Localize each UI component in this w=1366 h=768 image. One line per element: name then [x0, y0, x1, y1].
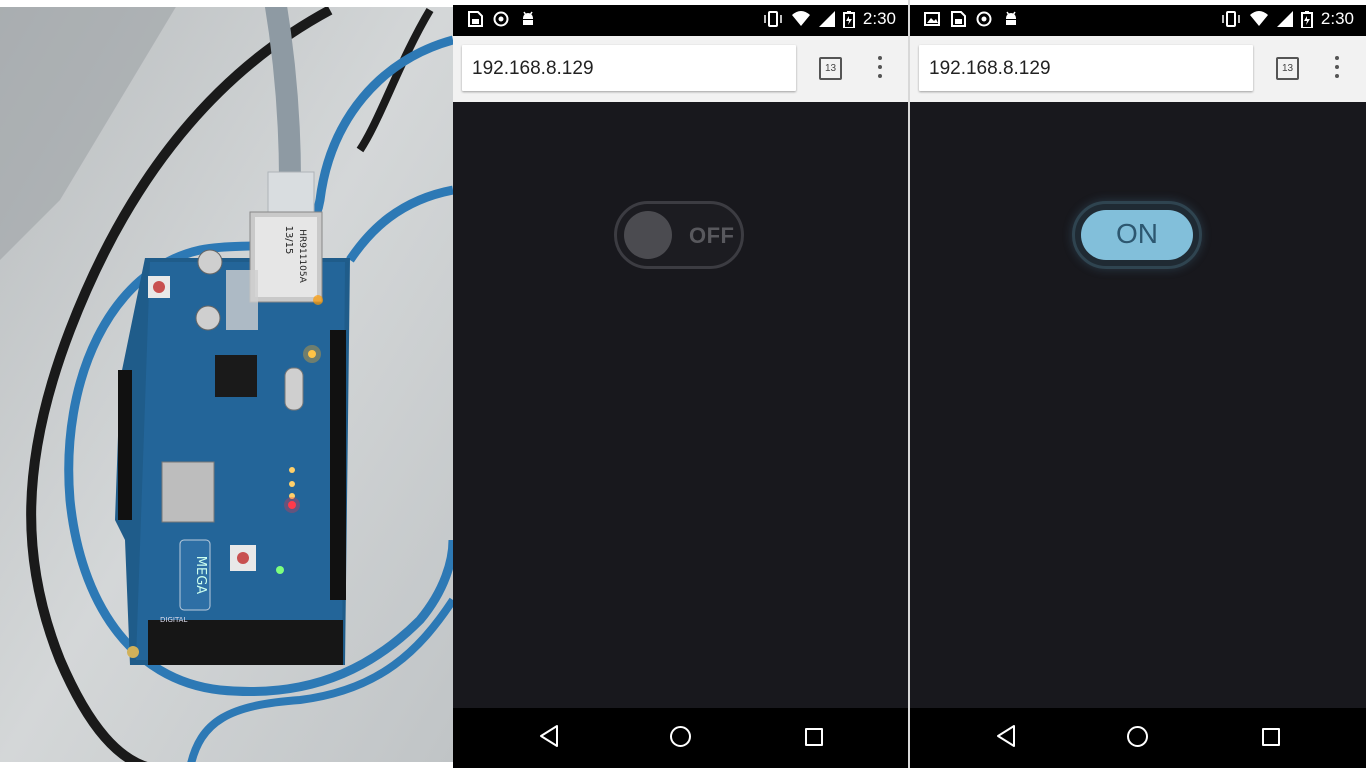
chrome-sync-icon: [493, 11, 509, 26]
back-icon[interactable]: [995, 724, 1017, 748]
url-bar[interactable]: 192.168.8.129: [919, 45, 1253, 91]
vibrate-icon: [1222, 11, 1240, 27]
tab-switcher-button[interactable]: 13: [819, 57, 842, 80]
ethernet-label-2: HR911105A: [297, 229, 307, 283]
wifi-icon: [791, 11, 810, 26]
home-icon[interactable]: [1127, 726, 1148, 747]
nav-bar: [453, 708, 908, 768]
recents-icon[interactable]: [805, 728, 823, 746]
status-bar: 2:30: [453, 0, 908, 36]
tab-switcher-button[interactable]: 13: [1276, 57, 1299, 80]
digital-label-text: DIGITAL: [160, 616, 187, 624]
status-time: 2:30: [1320, 9, 1354, 28]
phone-screen-on: 2:30 192.168.8.129 13 ON: [910, 0, 1366, 768]
signal-icon: [1276, 11, 1293, 27]
nav-bar: [910, 708, 1366, 768]
toggle-knob: [624, 211, 672, 259]
toggle-switch-off[interactable]: OFF: [614, 201, 744, 269]
web-content: OFF: [453, 102, 908, 708]
home-icon[interactable]: [670, 726, 691, 747]
battery-icon: [842, 10, 855, 28]
chrome-sync-icon: [976, 11, 992, 26]
vibrate-icon: [764, 11, 782, 27]
overflow-menu-icon[interactable]: [875, 56, 885, 82]
photo-border-top: [0, 0, 453, 7]
wifi-icon: [1249, 11, 1268, 26]
phone-screen-off: 2:30 192.168.8.129 13 OFF: [453, 0, 908, 768]
sd-card-icon: [468, 10, 483, 27]
sd-card-icon: [951, 10, 966, 27]
signal-icon: [818, 11, 835, 27]
browser-toolbar: 192.168.8.129 13: [453, 36, 908, 102]
arduino-photo: 13/15 HR911105A MEGA DIGITAL: [0, 0, 453, 768]
url-text: 192.168.8.129: [929, 58, 1051, 79]
browser-toolbar: 192.168.8.129 13: [910, 36, 1366, 102]
toggle-on-label: ON: [1116, 218, 1158, 249]
image-icon: [924, 11, 940, 26]
recents-icon[interactable]: [1262, 728, 1280, 746]
url-bar[interactable]: 192.168.8.129: [462, 45, 796, 91]
photo-border-bottom: [0, 762, 453, 768]
arduino-board-illustration: 13/15 HR911105A MEGA DIGITAL: [0, 0, 453, 768]
back-icon[interactable]: [538, 724, 560, 748]
overflow-menu-icon[interactable]: [1332, 56, 1342, 82]
android-icon: [1006, 11, 1016, 25]
toggle-off-label: OFF: [689, 223, 735, 248]
android-icon: [523, 11, 533, 25]
board-model-text: MEGA: [193, 556, 208, 595]
status-time: 2:30: [862, 9, 896, 28]
battery-icon: [1300, 10, 1313, 28]
toggle-switch-on[interactable]: ON: [1072, 201, 1202, 269]
ethernet-label-1: 13/15: [283, 226, 294, 255]
web-content: ON: [910, 102, 1366, 708]
status-bar: 2:30: [910, 0, 1366, 36]
url-text: 192.168.8.129: [472, 58, 594, 79]
